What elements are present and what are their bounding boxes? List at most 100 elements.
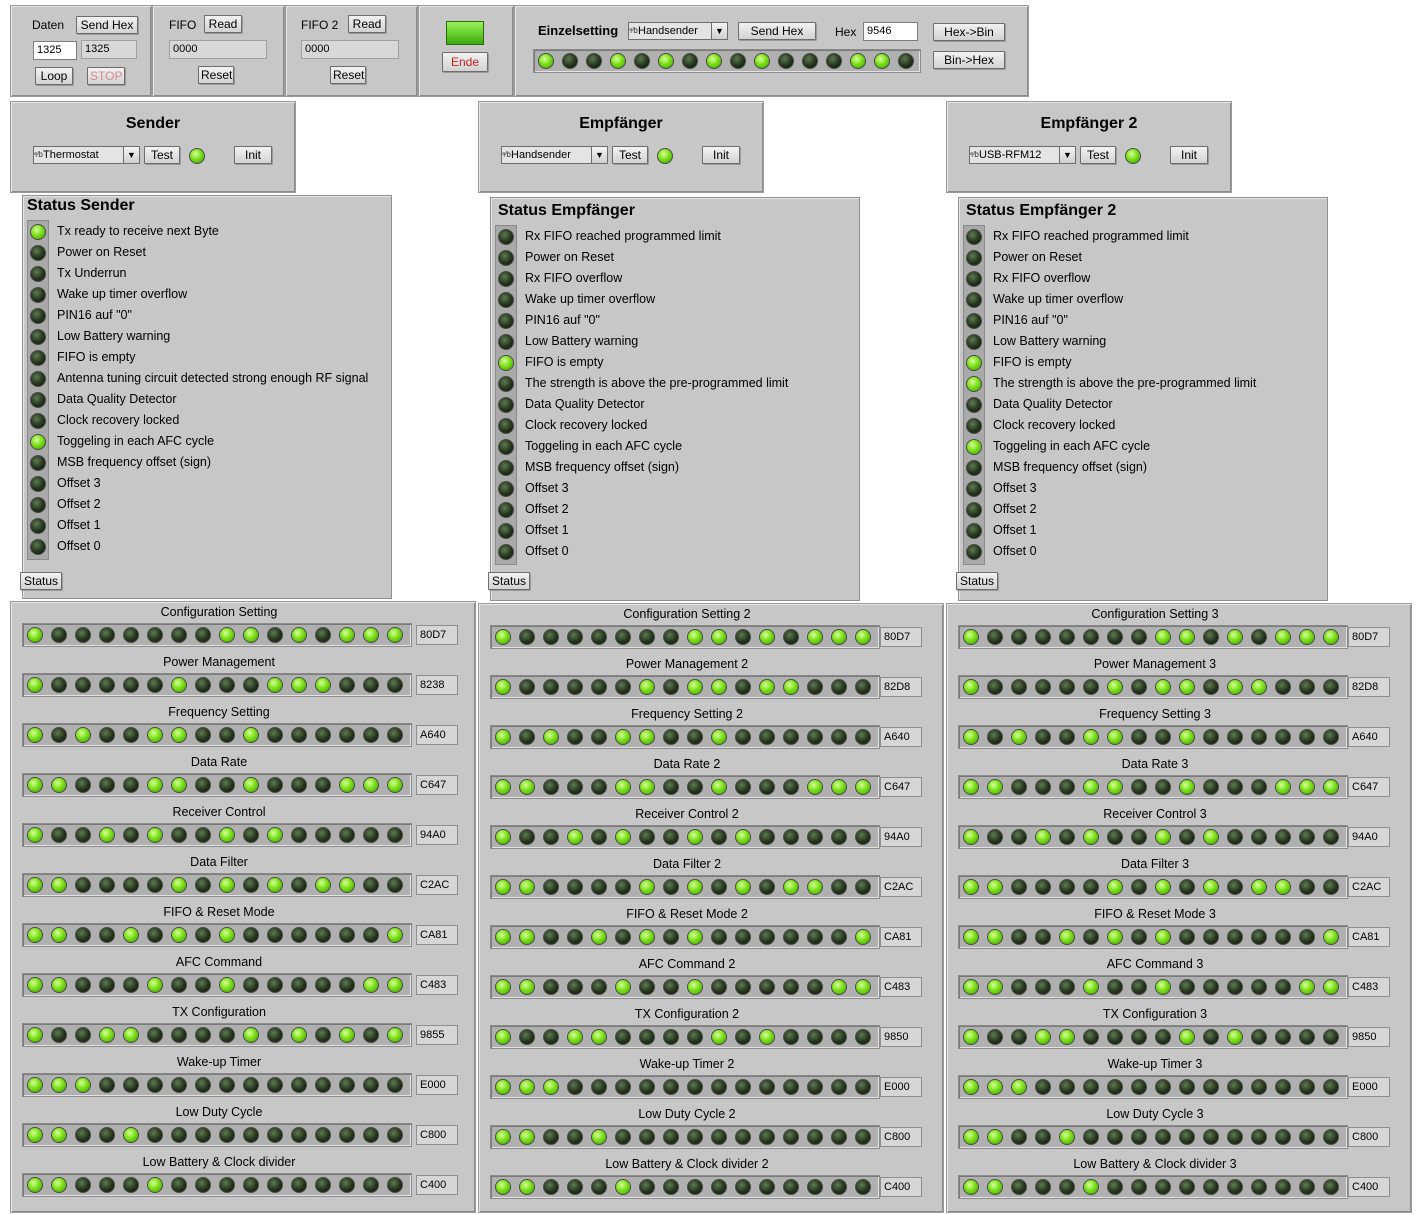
- led-indicator: [639, 629, 655, 645]
- led-indicator: [27, 727, 43, 743]
- chevron-down-icon[interactable]: ▼: [711, 23, 727, 39]
- hex-to-bin-button[interactable]: Hex->Bin: [933, 23, 1005, 41]
- status-led: [498, 376, 514, 392]
- hex-input[interactable]: 9546: [863, 22, 918, 41]
- led-indicator: [75, 927, 91, 943]
- led-indicator: [807, 629, 823, 645]
- status-button[interactable]: Status: [20, 572, 62, 590]
- einzelsetting-combo[interactable]: ᵃ⁄bHandsender ▼: [628, 22, 728, 40]
- led-indicator: [735, 829, 751, 845]
- led-indicator: [291, 927, 307, 943]
- led-indicator: [759, 1129, 775, 1145]
- chevron-down-icon[interactable]: ▼: [591, 147, 607, 163]
- send-hex-button[interactable]: Send Hex: [76, 16, 138, 34]
- config-hex-value: C647: [880, 777, 922, 797]
- fifo2-reset-button[interactable]: Reset: [330, 66, 366, 84]
- config-title: Configuration Setting 2: [623, 607, 751, 621]
- device-select[interactable]: ᵃ⁄bThermostat ▼: [33, 146, 140, 164]
- init-button[interactable]: Init: [702, 146, 740, 164]
- test-button[interactable]: Test: [144, 146, 180, 164]
- status-button[interactable]: Status: [956, 572, 998, 590]
- led-indicator: [855, 829, 871, 845]
- status-indicator-row: Clock recovery locked: [495, 416, 855, 437]
- test-button[interactable]: Test: [612, 146, 648, 164]
- led-indicator: [267, 1177, 283, 1193]
- led-indicator: [123, 877, 139, 893]
- led-indicator: [1299, 1129, 1315, 1145]
- led-indicator: [639, 1079, 655, 1095]
- led-indicator: [586, 53, 602, 69]
- led-indicator: [1203, 1129, 1219, 1145]
- led-indicator: [855, 729, 871, 745]
- led-indicator: [339, 727, 355, 743]
- led-indicator: [1155, 1129, 1171, 1145]
- led-indicator: [1131, 779, 1147, 795]
- led-indicator: [1131, 629, 1147, 645]
- daten-input[interactable]: 1325: [33, 41, 77, 60]
- led-indicator: [1059, 829, 1075, 845]
- config-led-bar: [958, 925, 1348, 949]
- led-indicator: [1323, 629, 1339, 645]
- status-indicator-label: Rx FIFO overflow: [993, 271, 1091, 285]
- chevron-down-icon[interactable]: ▼: [1059, 147, 1075, 163]
- test-button[interactable]: Test: [1080, 146, 1116, 164]
- device-select[interactable]: ᵃ⁄bUSB-RFM12 ▼: [969, 146, 1076, 164]
- status-led: [966, 523, 982, 539]
- init-button[interactable]: Init: [1170, 146, 1208, 164]
- led-indicator: [1179, 979, 1195, 995]
- led-indicator: [219, 627, 235, 643]
- led-indicator: [363, 877, 379, 893]
- status-indicator-row: Clock recovery locked: [963, 416, 1323, 437]
- chevron-down-icon[interactable]: ▼: [123, 147, 139, 163]
- led-indicator: [339, 977, 355, 993]
- status-led: [498, 292, 514, 308]
- led-indicator: [687, 929, 703, 945]
- led-indicator: [519, 679, 535, 695]
- config-panel: Configuration Setting 2 80D7 Power Managem…: [478, 603, 944, 1213]
- led-indicator: [519, 929, 535, 945]
- led-indicator: [1227, 679, 1243, 695]
- status-indicator-label: Clock recovery locked: [525, 418, 648, 432]
- led-indicator: [1035, 1029, 1051, 1045]
- led-indicator: [711, 679, 727, 695]
- status-led: [498, 271, 514, 287]
- led-indicator: [1179, 679, 1195, 695]
- led-indicator: [1203, 829, 1219, 845]
- status-indicator-label: Offset 0: [57, 539, 101, 553]
- led-indicator: [987, 1029, 1003, 1045]
- led-indicator: [243, 1177, 259, 1193]
- daten-label: Daten: [32, 18, 65, 32]
- led-indicator: [1227, 1129, 1243, 1145]
- led-indicator: [591, 1029, 607, 1045]
- fifo-read-button[interactable]: Read: [204, 15, 242, 33]
- config-led-bar: [958, 1025, 1348, 1049]
- led-indicator: [171, 877, 187, 893]
- led-indicator: [363, 927, 379, 943]
- led-indicator: [1203, 879, 1219, 895]
- led-indicator: [195, 677, 211, 693]
- einzel-send-hex-button[interactable]: Send Hex: [738, 22, 816, 40]
- fifo-reset-button[interactable]: Reset: [198, 66, 234, 84]
- led-indicator: [759, 1029, 775, 1045]
- bin-to-hex-button[interactable]: Bin->Hex: [933, 51, 1005, 69]
- fifo2-read-button[interactable]: Read: [348, 15, 386, 33]
- init-button[interactable]: Init: [234, 146, 272, 164]
- ende-button[interactable]: Ende: [442, 52, 488, 72]
- loop-button[interactable]: Loop: [35, 67, 73, 85]
- led-indicator: [1011, 1029, 1027, 1045]
- device-select[interactable]: ᵃ⁄bHandsender ▼: [501, 146, 608, 164]
- led-indicator: [963, 679, 979, 695]
- led-indicator: [538, 53, 554, 69]
- led-indicator: [615, 1029, 631, 1045]
- led-indicator: [963, 929, 979, 945]
- led-indicator: [682, 53, 698, 69]
- stop-button[interactable]: STOP: [87, 67, 125, 85]
- led-indicator: [1323, 879, 1339, 895]
- led-indicator: [963, 629, 979, 645]
- status-indicator-label: Offset 1: [57, 518, 101, 532]
- config-hex-value: C2AC: [416, 875, 458, 895]
- led-indicator: [898, 53, 914, 69]
- led-indicator: [267, 777, 283, 793]
- status-button[interactable]: Status: [488, 572, 530, 590]
- status-indicator-label: FIFO is empty: [525, 355, 604, 369]
